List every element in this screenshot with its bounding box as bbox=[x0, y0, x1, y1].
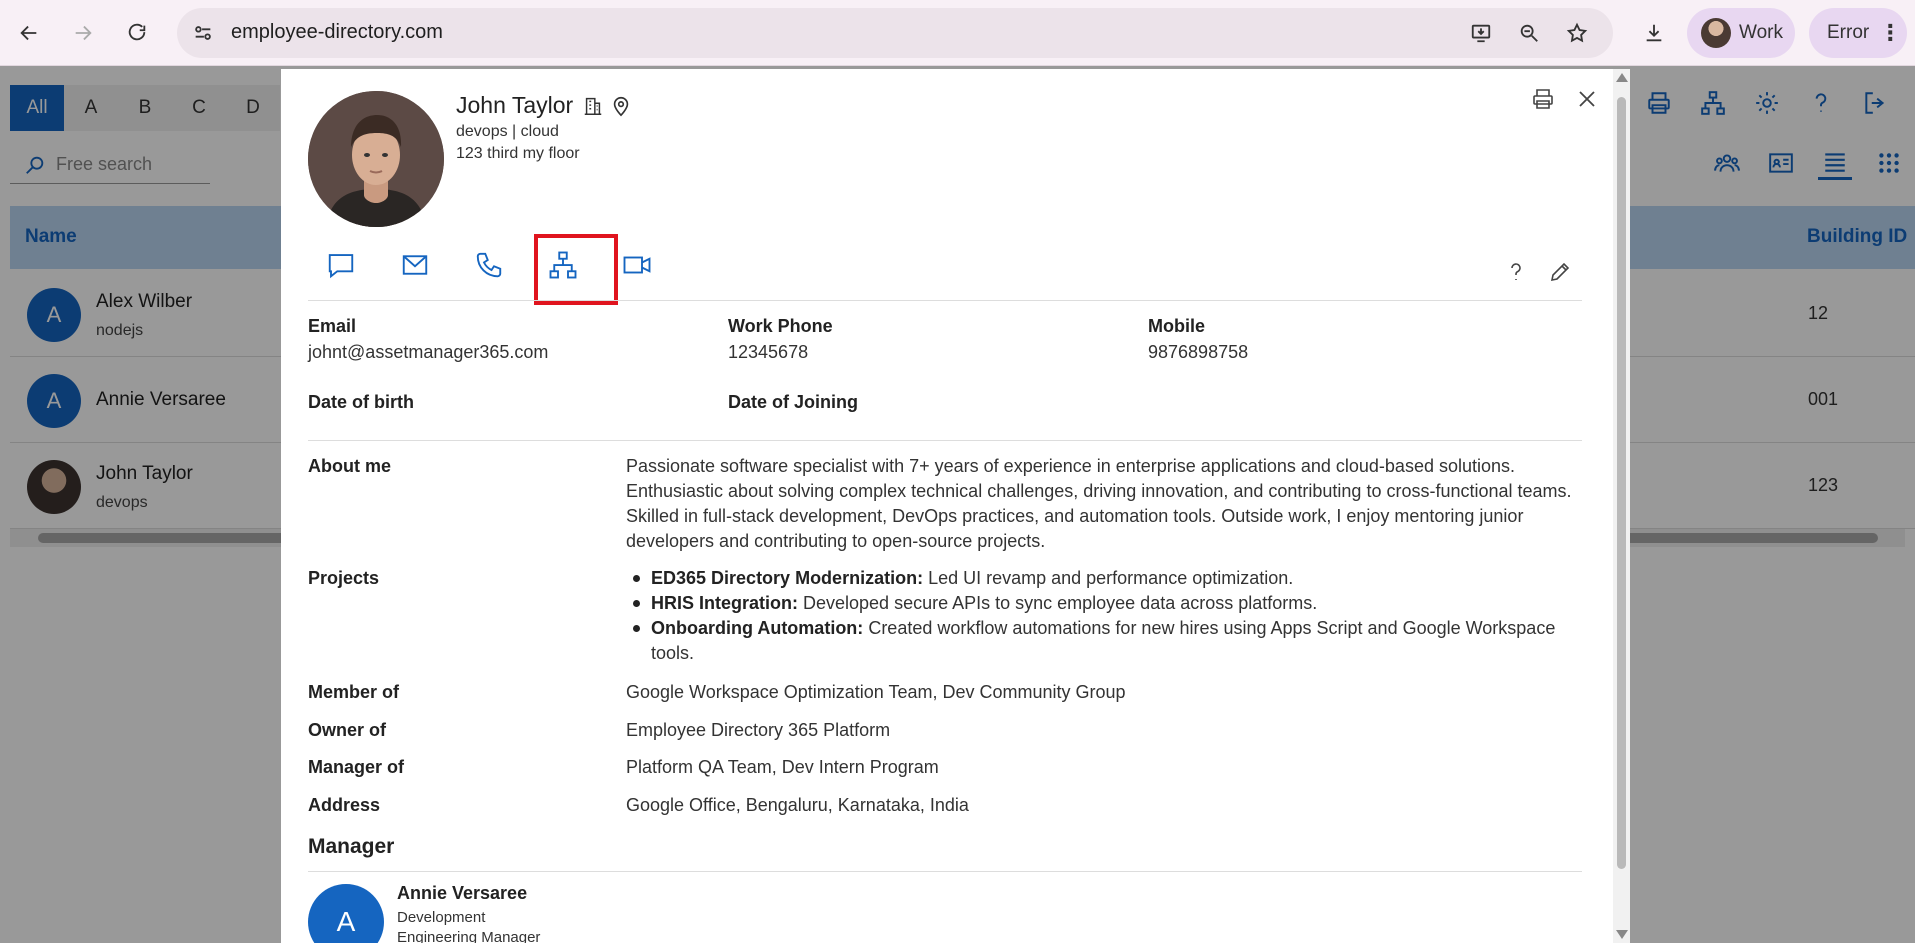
scroll-up-arrow-icon[interactable] bbox=[1616, 73, 1628, 82]
manager-of-value: Platform QA Team, Dev Intern Program bbox=[626, 757, 939, 777]
chat-icon bbox=[328, 254, 354, 279]
member-of-value: Google Workspace Optimization Team, Dev … bbox=[626, 682, 1126, 702]
project-desc: Led UI revamp and performance optimizati… bbox=[923, 568, 1294, 588]
arrow-left-icon bbox=[20, 25, 37, 41]
mail-icon bbox=[402, 255, 428, 275]
arrow-right-icon bbox=[75, 25, 92, 41]
list-item: ED365 Directory Modernization: Led UI re… bbox=[626, 566, 1586, 591]
video-button[interactable] bbox=[613, 241, 661, 289]
projects-label: Projects bbox=[308, 568, 380, 588]
manager-avatar[interactable]: A bbox=[308, 884, 384, 943]
divider bbox=[308, 440, 1582, 441]
manager-name[interactable]: Annie Versaree bbox=[397, 883, 527, 904]
work-phone-label: Work Phone bbox=[728, 316, 833, 336]
print-icon bbox=[1533, 89, 1553, 109]
project-desc: Developed secure APIs to sync employee d… bbox=[798, 593, 1318, 613]
project-title: HRIS Integration: bbox=[651, 593, 798, 613]
install-app-icon[interactable] bbox=[1467, 19, 1495, 47]
download-icon bbox=[1646, 24, 1662, 42]
dob-label: Date of birth bbox=[308, 392, 414, 412]
downloads-button[interactable] bbox=[1634, 13, 1674, 53]
close-button[interactable] bbox=[1571, 83, 1603, 115]
scroll-down-arrow-icon[interactable] bbox=[1616, 930, 1628, 939]
highlight-box bbox=[534, 234, 618, 305]
profile-avatar bbox=[1701, 18, 1731, 48]
project-title: Onboarding Automation: bbox=[651, 618, 864, 638]
phone-button[interactable] bbox=[465, 241, 513, 289]
manager-of-label: Manager of bbox=[308, 757, 405, 777]
profile-photo bbox=[308, 91, 444, 227]
owner-of-label: Owner of bbox=[308, 720, 387, 740]
print-button[interactable] bbox=[1527, 83, 1559, 115]
manager-title: Engineering Manager bbox=[397, 929, 541, 943]
manager-department: Development bbox=[397, 909, 486, 926]
member-of-label: Member of bbox=[308, 682, 400, 702]
help-icon bbox=[1511, 263, 1521, 280]
profile-dialog: John Taylor devops | cloud 123 third my … bbox=[281, 69, 1630, 943]
mobile-value[interactable]: 9876898758 bbox=[1148, 342, 1248, 363]
back-button[interactable] bbox=[9, 13, 49, 53]
forward-button[interactable] bbox=[63, 13, 103, 53]
bookmark-star-icon[interactable] bbox=[1563, 19, 1591, 47]
email-value[interactable]: johnt@assetmanager365.com bbox=[308, 342, 548, 363]
dialog-scrollbar[interactable] bbox=[1613, 69, 1630, 943]
edit-button[interactable] bbox=[1544, 256, 1576, 288]
portrait-image bbox=[308, 91, 444, 227]
project-title: ED365 Directory Modernization: bbox=[651, 568, 924, 588]
email-label: Email bbox=[308, 316, 357, 336]
owner-of-value: Employee Directory 365 Platform bbox=[626, 720, 891, 740]
about-label: About me bbox=[308, 456, 391, 476]
video-icon bbox=[623, 256, 651, 274]
profile-name: John Taylor bbox=[456, 92, 574, 118]
address-label: Address bbox=[308, 795, 381, 815]
divider bbox=[308, 300, 1582, 301]
work-phone-value[interactable]: 12345678 bbox=[728, 342, 808, 363]
error-label: Error bbox=[1827, 22, 1870, 43]
list-item: HRIS Integration: Developed secure APIs … bbox=[626, 591, 1586, 616]
close-icon bbox=[1579, 91, 1595, 107]
location-pin-icon[interactable] bbox=[609, 94, 633, 118]
divider bbox=[308, 871, 1582, 872]
building-icon[interactable] bbox=[581, 94, 605, 118]
profile-location: 123 third my floor bbox=[456, 145, 580, 162]
phone-icon bbox=[476, 252, 502, 278]
address-bar[interactable]: employee-directory.com bbox=[177, 8, 1613, 58]
url-text: employee-directory.com bbox=[231, 21, 443, 43]
profile-label: Work bbox=[1739, 22, 1783, 43]
manager-section-title: Manager bbox=[308, 835, 395, 858]
site-settings-icon[interactable] bbox=[191, 21, 215, 45]
scrollbar-thumb[interactable] bbox=[1617, 97, 1626, 869]
about-text: Passionate software specialist with 7+ y… bbox=[626, 456, 1572, 551]
reload-icon bbox=[128, 23, 146, 41]
pencil-icon bbox=[1550, 262, 1570, 282]
list-item: Onboarding Automation: Created workflow … bbox=[626, 616, 1586, 666]
error-chip[interactable]: Error ⋮ bbox=[1809, 8, 1907, 58]
doj-label: Date of Joining bbox=[728, 392, 858, 412]
projects-list: ED365 Directory Modernization: Led UI re… bbox=[626, 566, 1586, 666]
zoom-icon[interactable] bbox=[1515, 19, 1543, 47]
mail-button[interactable] bbox=[391, 241, 439, 289]
profile-department: devops | cloud bbox=[456, 123, 559, 140]
reload-button[interactable] bbox=[117, 13, 157, 53]
more-vert-icon: ⋮ bbox=[1879, 20, 1902, 45]
chat-button[interactable] bbox=[317, 241, 365, 289]
browser-toolbar: employee-directory.com Work Error ⋮ bbox=[0, 0, 1915, 66]
mobile-label: Mobile bbox=[1148, 316, 1205, 336]
profile-chip[interactable]: Work bbox=[1687, 8, 1795, 58]
help-button[interactable] bbox=[1500, 256, 1532, 288]
address-value: Google Office, Bengaluru, Karnataka, Ind… bbox=[626, 795, 969, 815]
